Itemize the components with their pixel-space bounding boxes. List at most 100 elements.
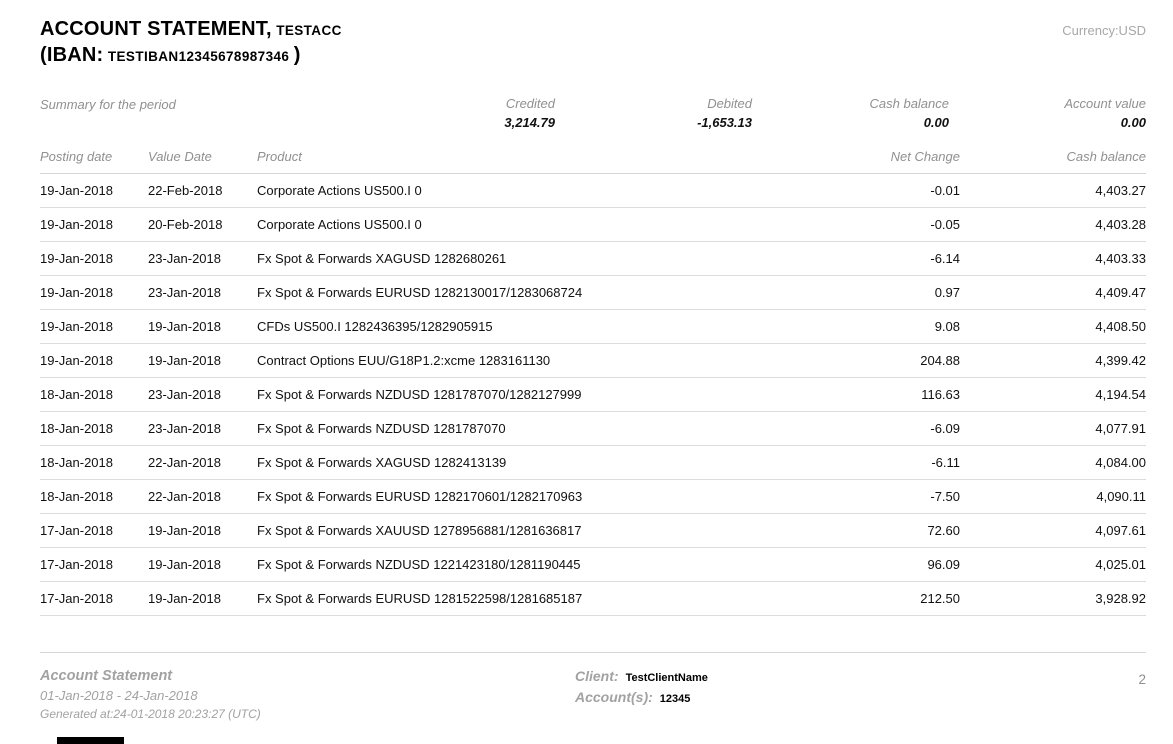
summary-section: Summary for the period Credited 3,214.79…: [40, 96, 1146, 130]
posting-date-cell: 17-Jan-2018: [40, 523, 148, 538]
product-cell: Fx Spot & Forwards EURUSD 1282170601/128…: [257, 489, 800, 504]
posting-date-cell: 19-Jan-2018: [40, 183, 148, 198]
table-row: 18-Jan-201823-Jan-2018Fx Spot & Forwards…: [40, 378, 1146, 412]
posting-date-cell: 19-Jan-2018: [40, 217, 148, 232]
transactions-table: Posting date Value Date Product Net Chan…: [40, 149, 1146, 616]
cash-balance-cell: 4,403.28: [960, 217, 1146, 232]
net-change-cell: -6.11: [800, 455, 960, 470]
product-cell: Fx Spot & Forwards NZDUSD 1281787070/128…: [257, 387, 800, 402]
net-change-cell: 9.08: [800, 319, 960, 334]
table-row: 17-Jan-201819-Jan-2018Fx Spot & Forwards…: [40, 582, 1146, 616]
posting-date-cell: 19-Jan-2018: [40, 319, 148, 334]
footer-divider: [40, 652, 1146, 653]
posting-date-cell: 19-Jan-2018: [40, 353, 148, 368]
net-change-cell: 204.88: [800, 353, 960, 368]
summary-title: Summary for the period: [40, 96, 358, 130]
net-change-cell: 0.97: [800, 285, 960, 300]
client-name: TestClientName: [626, 672, 708, 684]
value-date-cell: 19-Jan-2018: [148, 523, 257, 538]
debited-value: -1,653.13: [555, 115, 752, 130]
net-change-cell: 116.63: [800, 387, 960, 402]
title-line-2: (IBAN: TESTIBAN12345678987346 ): [40, 42, 342, 68]
table-row: 18-Jan-201823-Jan-2018Fx Spot & Forwards…: [40, 412, 1146, 446]
posting-date-cell: 19-Jan-2018: [40, 251, 148, 266]
product-cell: Fx Spot & Forwards XAUUSD 1278956881/128…: [257, 523, 800, 538]
net-change-cell: 72.60: [800, 523, 960, 538]
product-cell: CFDs US500.I 1282436395/1282905915: [257, 319, 800, 334]
value-date-cell: 23-Jan-2018: [148, 387, 257, 402]
cash-balance-cell: 4,077.91: [960, 421, 1146, 436]
product-cell: Contract Options EUU/G18P1.2:xcme 128316…: [257, 353, 800, 368]
summary-cash-balance: Cash balance 0.00: [752, 96, 949, 130]
value-date-cell: 22-Feb-2018: [148, 183, 257, 198]
iban-value: TESTIBAN12345678987346: [108, 49, 289, 64]
summary-credited: Credited 3,214.79: [358, 96, 555, 130]
product-cell: Fx Spot & Forwards EURUSD 1281522598/128…: [257, 591, 800, 606]
table-row: 18-Jan-201822-Jan-2018Fx Spot & Forwards…: [40, 446, 1146, 480]
net-change-cell: -0.01: [800, 183, 960, 198]
iban-label: (IBAN:: [40, 44, 103, 66]
debited-label: Debited: [555, 96, 752, 111]
cash-balance-cell: 4,399.42: [960, 353, 1146, 368]
posting-date-cell: 18-Jan-2018: [40, 489, 148, 504]
value-date-cell: 22-Jan-2018: [148, 489, 257, 504]
page-title: ACCOUNT STATEMENT, TESTACC (IBAN: TESTIB…: [40, 16, 342, 69]
footer-left: Account Statement 01-Jan-2018 - 24-Jan-2…: [40, 668, 575, 721]
product-cell: Fx Spot & Forwards NZDUSD 1281787070: [257, 421, 800, 436]
account-value-label: Account value: [949, 96, 1146, 111]
footer-title: Account Statement: [40, 668, 575, 684]
footer-generated-at: Generated at:24-01-2018 20:23:27 (UTC): [40, 707, 575, 721]
table-row: 19-Jan-201823-Jan-2018Fx Spot & Forwards…: [40, 242, 1146, 276]
net-change-cell: 96.09: [800, 557, 960, 572]
account-name: TESTACC: [276, 23, 342, 38]
product-cell: Fx Spot & Forwards EURUSD 1282130017/128…: [257, 285, 800, 300]
product-cell: Fx Spot & Forwards XAGUSD 1282413139: [257, 455, 800, 470]
cash-balance-cell: 4,403.33: [960, 251, 1146, 266]
cash-balance-cell: 4,409.47: [960, 285, 1146, 300]
table-row: 19-Jan-201823-Jan-2018Fx Spot & Forwards…: [40, 276, 1146, 310]
posting-date-cell: 17-Jan-2018: [40, 591, 148, 606]
cash-balance-cell: 4,097.61: [960, 523, 1146, 538]
title-line-1: ACCOUNT STATEMENT, TESTACC: [40, 16, 342, 42]
table-header-row: Posting date Value Date Product Net Chan…: [40, 149, 1146, 174]
value-date-cell: 23-Jan-2018: [148, 251, 257, 266]
cash-balance-value: 0.00: [752, 115, 949, 130]
cash-balance-label: Cash balance: [752, 96, 949, 111]
value-date-cell: 19-Jan-2018: [148, 591, 257, 606]
cash-balance-cell: 4,090.11: [960, 489, 1146, 504]
col-header-value-date: Value Date: [148, 149, 257, 164]
value-date-cell: 22-Jan-2018: [148, 455, 257, 470]
value-date-cell: 19-Jan-2018: [148, 319, 257, 334]
table-row: 19-Jan-201819-Jan-2018Contract Options E…: [40, 344, 1146, 378]
posting-date-cell: 18-Jan-2018: [40, 421, 148, 436]
table-row: 19-Jan-201822-Feb-2018Corporate Actions …: [40, 174, 1146, 208]
accounts-label: Account(s):: [575, 689, 653, 705]
product-cell: Corporate Actions US500.I 0: [257, 217, 800, 232]
net-change-cell: -6.14: [800, 251, 960, 266]
value-date-cell: 23-Jan-2018: [148, 421, 257, 436]
cash-balance-cell: 3,928.92: [960, 591, 1146, 606]
col-header-cash-balance: Cash balance: [960, 149, 1146, 164]
col-header-net-change: Net Change: [800, 149, 960, 164]
net-change-cell: -6.09: [800, 421, 960, 436]
value-date-cell: 23-Jan-2018: [148, 285, 257, 300]
product-cell: Corporate Actions US500.I 0: [257, 183, 800, 198]
client-line: Client: TestClientName: [575, 668, 1106, 684]
page-number: 2: [1106, 668, 1146, 721]
statement-page: ACCOUNT STATEMENT, TESTACC (IBAN: TESTIB…: [0, 0, 1173, 721]
table-row: 17-Jan-201819-Jan-2018Fx Spot & Forwards…: [40, 548, 1146, 582]
table-row: 19-Jan-201819-Jan-2018CFDs US500.I 12824…: [40, 310, 1146, 344]
accounts-line: Account(s): 12345: [575, 689, 1106, 705]
posting-date-cell: 18-Jan-2018: [40, 455, 148, 470]
summary-account-value: Account value 0.00: [949, 96, 1146, 130]
net-change-cell: -0.05: [800, 217, 960, 232]
posting-date-cell: 19-Jan-2018: [40, 285, 148, 300]
header: ACCOUNT STATEMENT, TESTACC (IBAN: TESTIB…: [40, 16, 1146, 69]
currency-label: Currency:USD: [1062, 16, 1146, 38]
cash-balance-cell: 4,403.27: [960, 183, 1146, 198]
footer-middle: Client: TestClientName Account(s): 12345: [575, 668, 1106, 721]
statement-title: ACCOUNT STATEMENT,: [40, 18, 272, 40]
product-cell: Fx Spot & Forwards NZDUSD 1221423180/128…: [257, 557, 800, 572]
cash-balance-cell: 4,025.01: [960, 557, 1146, 572]
net-change-cell: 212.50: [800, 591, 960, 606]
